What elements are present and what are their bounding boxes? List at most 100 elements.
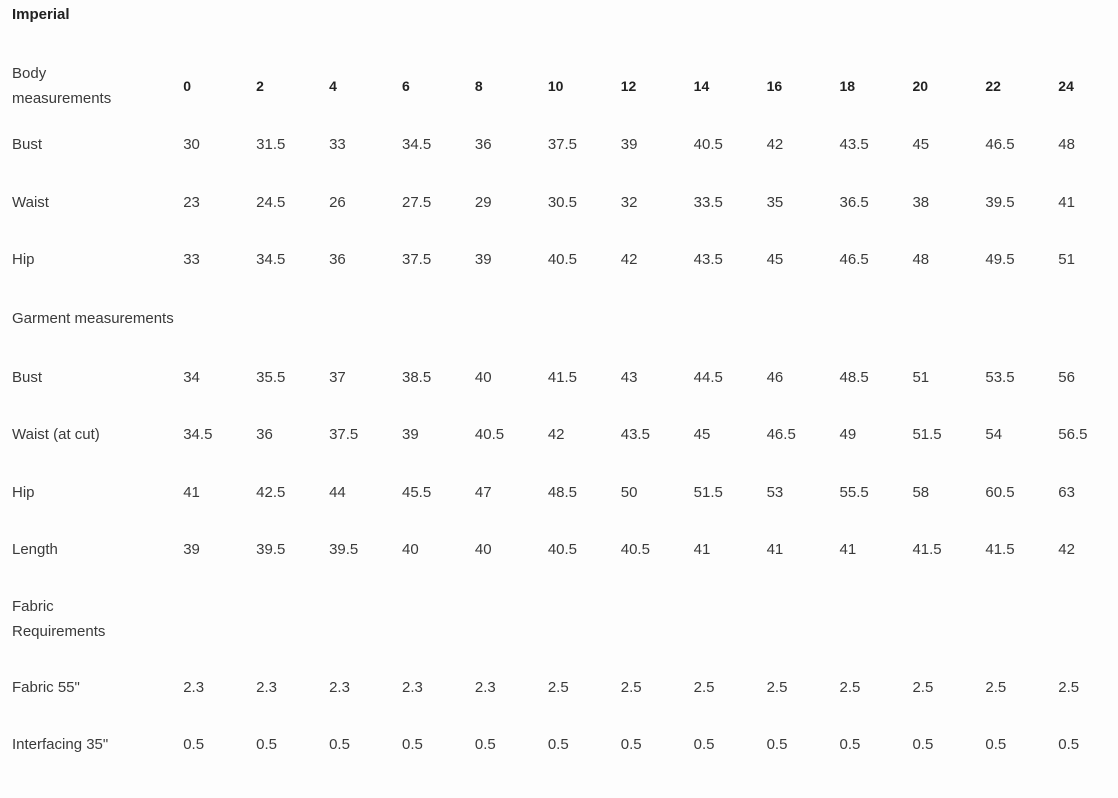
table-cell: 35.5 [256,368,286,386]
body-measurement-row: Hip 33 34.5 36 37.5 39 40.5 42 43.5 45 46.5 48 49.5 5… [0,231,1118,289]
table-cell: 39 [401,426,419,444]
table-cell: 0.5 [912,736,934,754]
table-cell: 60.5 [985,483,1015,501]
table-cell: 45 [912,136,930,154]
body-measurements-label: Body measurements [12,65,112,107]
row-label: Bust [12,136,43,154]
section-label: Garment measurements [12,310,174,327]
fabric-requirement-row: Interfacing 35" 0.5 0.5 0.5 0.5 0.5 0.5 0.5 0.5 0… [0,716,1118,774]
table-cell: 41 [1058,193,1075,211]
table-cell: 58 [912,483,930,501]
table-cell: 43.5 [620,426,650,444]
table-cell: 51 [1058,251,1075,269]
row-label: Bust [12,368,43,386]
table-cell: 0.5 [256,736,277,754]
row-label: Fabric 55" [12,678,80,696]
row-label: Length [12,541,58,559]
table-cell: 36 [329,251,346,269]
table-cell: 43.5 [693,251,723,269]
table-cell: 48 [1058,136,1075,154]
table-cell: 41 [766,541,784,559]
table-cell: 39 [474,251,492,269]
table-cell: 29 [474,193,492,211]
table-cell: 40.5 [620,541,650,559]
table-cell: 36.5 [839,193,869,211]
body-measurement-row: Bust 30 31.5 33 34.5 36 37.5 39 40.5 42 43.5 45 46.5… [0,116,1118,174]
section-label: Fabric Requirements [0,579,1118,659]
table-cell: 41 [693,541,711,559]
table-cell: 44.5 [693,368,723,386]
table-cell: 46.5 [839,251,869,269]
table-cell: 38 [912,193,930,211]
table-cell: 43 [620,368,638,386]
section-header-fabric: Fabric Requirements [0,579,1118,659]
row-label: Hip [12,251,35,269]
table-cell: 42 [766,136,784,154]
table-cell: 40.5 [474,426,505,444]
table-cell: 39.5 [985,193,1015,211]
table-cell: 51.5 [693,483,723,501]
garment-measurement-row: Waist (at cut) 34.5 36 37.5 39 40.5 42 43.5 45 46… [0,406,1118,464]
table-cell: 40.5 [547,541,578,559]
table-cell: 0.5 [474,736,496,754]
garment-measurement-row: Bust 34 35.5 37 38.5 40 41.5 43 44.5 46 48.5 51 53.5… [0,349,1118,407]
table-cell: 54 [985,426,1003,444]
table-cell: 46.5 [766,426,796,444]
table-cell: 39.5 [256,541,286,559]
size-header: 12 [620,78,637,94]
table-cell: 42.5 [256,483,286,501]
table-cell: 27.5 [401,193,432,211]
table-cell: 0.5 [985,736,1007,754]
table-cell: 56.5 [1058,426,1088,444]
table-cell: 42 [620,251,638,269]
table-cell: 35 [766,193,784,211]
table-cell: 2.5 [912,678,934,696]
size-chart-table: Body measurements 0 2 4 6 8 10 12 14 16 18 20 22 24 Bu… [0,56,1118,774]
table-cell: 26 [329,193,346,211]
table-cell: 45 [766,251,784,269]
table-cell: 2.3 [256,678,277,696]
table-cell: 46.5 [985,136,1015,154]
table-cell: 41.5 [547,368,578,386]
table-cell: 2.5 [547,678,569,696]
table-cell: 40 [401,541,419,559]
table-cell: 0.5 [1058,736,1080,754]
size-header-row: Body measurements 0 2 4 6 8 10 12 14 16 18 20 22 24 [0,56,1118,116]
size-header: 22 [985,78,1001,94]
table-cell: 37 [329,368,346,386]
table-cell: 48.5 [839,368,869,386]
table-cell: 32 [620,193,638,211]
row-label: Waist (at cut) [12,426,100,444]
table-cell: 2.3 [401,678,423,696]
table-cell: 41.5 [985,541,1015,559]
table-cell: 55.5 [839,483,869,501]
table-cell: 0.5 [766,736,788,754]
table-cell: 37.5 [547,136,578,154]
size-header: 18 [839,78,856,94]
row-label: Hip [12,483,35,501]
table-title: Imperial [12,6,70,23]
size-header: 0 [183,78,192,94]
table-cell: 40.5 [693,136,723,154]
table-cell: 38.5 [401,368,432,386]
table-cell: 2.5 [693,678,715,696]
table-cell: 40 [474,541,492,559]
table-cell: 41.5 [912,541,942,559]
table-cell: 39 [183,541,200,559]
garment-measurement-row: Length 39 39.5 39.5 40 40 40.5 40.5 41 41 41 41.5 41… [0,521,1118,579]
table-cell: 42 [547,426,565,444]
size-header: 10 [547,78,564,94]
size-header: 14 [693,78,710,94]
table-cell: 2.3 [329,678,350,696]
table-cell: 49 [839,426,857,444]
table-cell: 43.5 [839,136,869,154]
table-cell: 56 [1058,368,1075,386]
fabric-requirement-row: Fabric 55" 2.3 2.3 2.3 2.3 2.3 2.5 2.5 2.5 2.5 2.5… [0,659,1118,717]
table-cell: 2.5 [620,678,642,696]
table-cell: 2.5 [839,678,861,696]
table-cell: 34.5 [256,251,286,269]
row-label: Body measurements [0,56,183,116]
size-header: 6 [401,78,410,94]
table-cell: 53.5 [985,368,1015,386]
section-label-text: Fabric Requirements [12,597,106,640]
